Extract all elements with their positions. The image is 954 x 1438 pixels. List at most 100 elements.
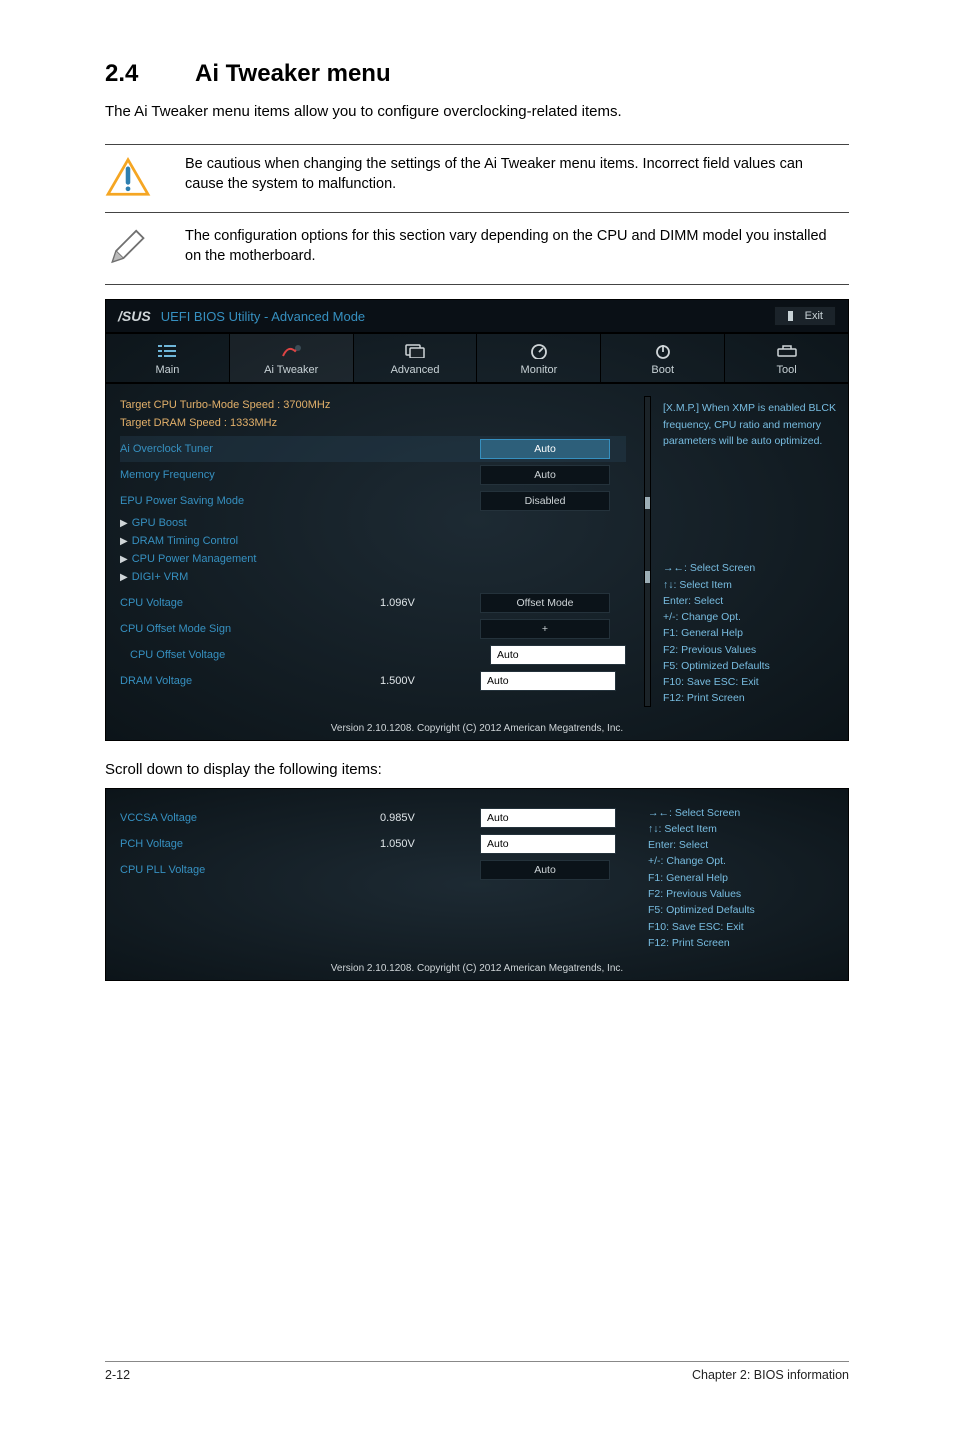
val-vccsa[interactable]: Auto	[480, 808, 616, 828]
val-dram-voltage[interactable]: Auto	[480, 671, 616, 691]
scrollbar[interactable]	[644, 396, 651, 706]
bios-title: UEFI BIOS Utility - Advanced Mode	[161, 309, 365, 324]
help-line: ↑↓: Select Item	[648, 821, 849, 837]
intro-text: The Ai Tweaker menu items allow you to c…	[105, 102, 849, 122]
tab-main-label: Main	[106, 364, 229, 376]
label-dram-timing: DRAM Timing Control	[132, 535, 238, 547]
bios-tabs: Main Ai Tweaker Advanced Monitor Boot To…	[106, 334, 848, 384]
row-epu[interactable]: EPU Power Saving Mode Disabled	[120, 488, 626, 514]
help-line: ↑↓: Select Item	[663, 577, 849, 593]
label-offset-voltage: CPU Offset Voltage	[120, 649, 390, 661]
help-line: F10: Save ESC: Exit	[648, 919, 849, 935]
exit-label: Exit	[805, 310, 823, 322]
tab-ai-tweaker[interactable]: Ai Tweaker	[230, 334, 354, 382]
tab-tweaker-icon	[230, 342, 353, 360]
bios-footer: Version 2.10.1208. Copyright (C) 2012 Am…	[106, 715, 848, 740]
tab-monitor-icon	[477, 342, 600, 360]
row-dram-timing[interactable]: ▶ DRAM Timing Control	[120, 532, 626, 550]
row-cpu-voltage[interactable]: CPU Voltage1.096VOffset Mode	[120, 590, 626, 616]
warning-icon	[105, 157, 151, 202]
label-cpu-pm: CPU Power Management	[132, 553, 257, 565]
help-line: F2: Previous Values	[648, 886, 849, 902]
val-pch[interactable]: Auto	[480, 834, 616, 854]
label-pch: PCH Voltage	[120, 838, 380, 850]
tab-monitor-label: Monitor	[477, 364, 600, 376]
target-cpu-speed: Target CPU Turbo-Mode Speed : 3700MHz	[120, 396, 626, 414]
tab-tool[interactable]: Tool	[725, 334, 848, 382]
help-line: F5: Optimized Defaults	[663, 658, 849, 674]
val-cpu-voltage[interactable]: Offset Mode	[480, 593, 610, 613]
help-line: →←: Select Screen	[663, 560, 849, 576]
val-epu[interactable]: Disabled	[480, 491, 610, 511]
val-ai-overclock[interactable]: Auto	[480, 439, 610, 459]
row-memory-freq[interactable]: Memory Frequency Auto	[120, 462, 626, 488]
help-line: F12: Print Screen	[663, 690, 849, 706]
row-vccsa-voltage[interactable]: VCCSA Voltage0.985VAuto	[120, 805, 616, 831]
row-offset-sign[interactable]: CPU Offset Mode Sign +	[120, 616, 626, 642]
label-cpu-voltage: CPU Voltage	[120, 597, 380, 609]
exit-button[interactable]: Exit	[774, 306, 836, 326]
help-line: Enter: Select	[648, 837, 849, 853]
help-description: [X.M.P.] When XMP is enabled BLCK freque…	[663, 400, 849, 560]
row-pch-voltage[interactable]: PCH Voltage1.050VAuto	[120, 831, 616, 857]
help-line: F2: Previous Values	[663, 642, 849, 658]
scroll-down-text: Scroll down to display the following ite…	[105, 761, 849, 778]
help-line: F10: Save ESC: Exit	[663, 674, 849, 690]
val-offset-sign[interactable]: +	[480, 619, 610, 639]
chevron-icon: ▶	[120, 518, 128, 529]
label-memory-freq: Memory Frequency	[120, 469, 380, 481]
section-title: Ai Tweaker menu	[195, 60, 391, 87]
row-gpu-boost[interactable]: ▶ GPU Boost	[120, 514, 626, 532]
scroll-thumb[interactable]	[645, 497, 650, 509]
tab-main[interactable]: Main	[106, 334, 230, 382]
row-offset-voltage[interactable]: CPU Offset Voltage Auto	[120, 642, 626, 668]
exit-icon	[787, 310, 799, 322]
bios-screenshot-main: /SUS UEFI BIOS Utility - Advanced Mode E…	[105, 299, 849, 740]
tab-boot[interactable]: Boot	[601, 334, 725, 382]
num-vccsa: 0.985V	[380, 812, 480, 824]
label-dram-voltage: DRAM Voltage	[120, 675, 380, 687]
help-keys: →←: Select Screen ↑↓: Select Item Enter:…	[663, 560, 849, 706]
label-vccsa: VCCSA Voltage	[120, 812, 380, 824]
help-line: F5: Optimized Defaults	[648, 902, 849, 918]
page-number: 2-12	[105, 1368, 130, 1382]
chevron-icon: ▶	[120, 554, 128, 565]
row-digi-vrm[interactable]: ▶DIGI+ VRM	[120, 568, 626, 586]
section-heading: 2.4Ai Tweaker menu	[105, 60, 849, 88]
caution-box: Be cautious when changing the settings o…	[105, 144, 849, 213]
label-gpu-boost: GPU Boost	[132, 517, 187, 529]
help-line: F12: Print Screen	[648, 935, 849, 951]
scroll-thumb[interactable]	[645, 571, 650, 583]
row-dram-voltage[interactable]: DRAM Voltage1.500VAuto	[120, 668, 626, 694]
row-cpu-pll-voltage[interactable]: CPU PLL VoltageAuto	[120, 857, 616, 883]
tab-main-icon	[106, 342, 229, 360]
section-number: 2.4	[105, 60, 195, 88]
row-cpu-pm[interactable]: ▶ CPU Power Management	[120, 550, 626, 568]
tab-tool-icon	[725, 342, 848, 360]
tab-boot-label: Boot	[601, 364, 724, 376]
label-offset-sign: CPU Offset Mode Sign	[120, 623, 380, 635]
tab-advanced-icon	[354, 342, 477, 360]
note-icon	[105, 229, 151, 274]
label-epu: EPU Power Saving Mode	[120, 495, 380, 507]
num-dram-voltage: 1.500V	[380, 675, 480, 687]
val-memory-freq[interactable]: Auto	[480, 465, 610, 485]
page-footer: 2-12 Chapter 2: BIOS information	[105, 1361, 849, 1382]
label-ai-overclock: Ai Overclock Tuner	[120, 443, 380, 455]
val-offset-voltage[interactable]: Auto	[490, 645, 626, 665]
bios-footer: Version 2.10.1208. Copyright (C) 2012 Am…	[106, 955, 848, 980]
chevron-icon: ▶	[120, 536, 128, 547]
label-digi-vrm: DIGI+ VRM	[132, 571, 189, 583]
help-line: F1: General Help	[663, 625, 849, 641]
tab-advanced[interactable]: Advanced	[354, 334, 478, 382]
tab-monitor[interactable]: Monitor	[477, 334, 601, 382]
help-line: +/-: Change Opt.	[648, 853, 849, 869]
help-line: +/-: Change Opt.	[663, 609, 849, 625]
help-keys: →←: Select Screen ↑↓: Select Item Enter:…	[648, 805, 849, 951]
help-line: →←: Select Screen	[648, 805, 849, 821]
bios-screenshot-scroll: VCCSA Voltage0.985VAuto PCH Voltage1.050…	[105, 788, 849, 981]
row-ai-overclock[interactable]: Ai Overclock Tuner Auto	[120, 436, 626, 462]
val-cpu-pll[interactable]: Auto	[480, 860, 610, 880]
bios-brand: /SUS	[118, 308, 151, 324]
tab-tweaker-label: Ai Tweaker	[230, 364, 353, 376]
